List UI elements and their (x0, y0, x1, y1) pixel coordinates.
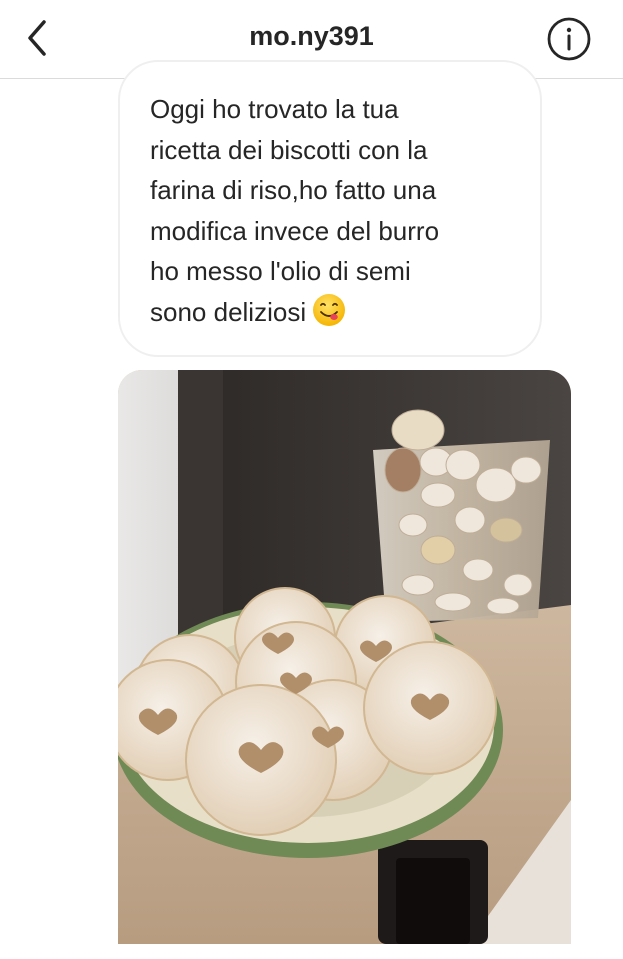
message-bubble[interactable]: Oggi ho trovato la tua ricetta dei bisco… (118, 60, 542, 357)
chat-title[interactable]: mo.ny391 (0, 21, 623, 52)
face-savoring-food-emoji (312, 293, 346, 339)
message-text: Oggi ho trovato la tua ricetta dei bisco… (150, 94, 440, 327)
message-text-wrap: Oggi ho trovato la tua ricetta dei bisco… (150, 89, 530, 338)
plate-of-heart-cookies-photo[interactable] (118, 370, 571, 944)
info-circle-icon (547, 17, 591, 61)
info-button[interactable] (546, 16, 592, 62)
